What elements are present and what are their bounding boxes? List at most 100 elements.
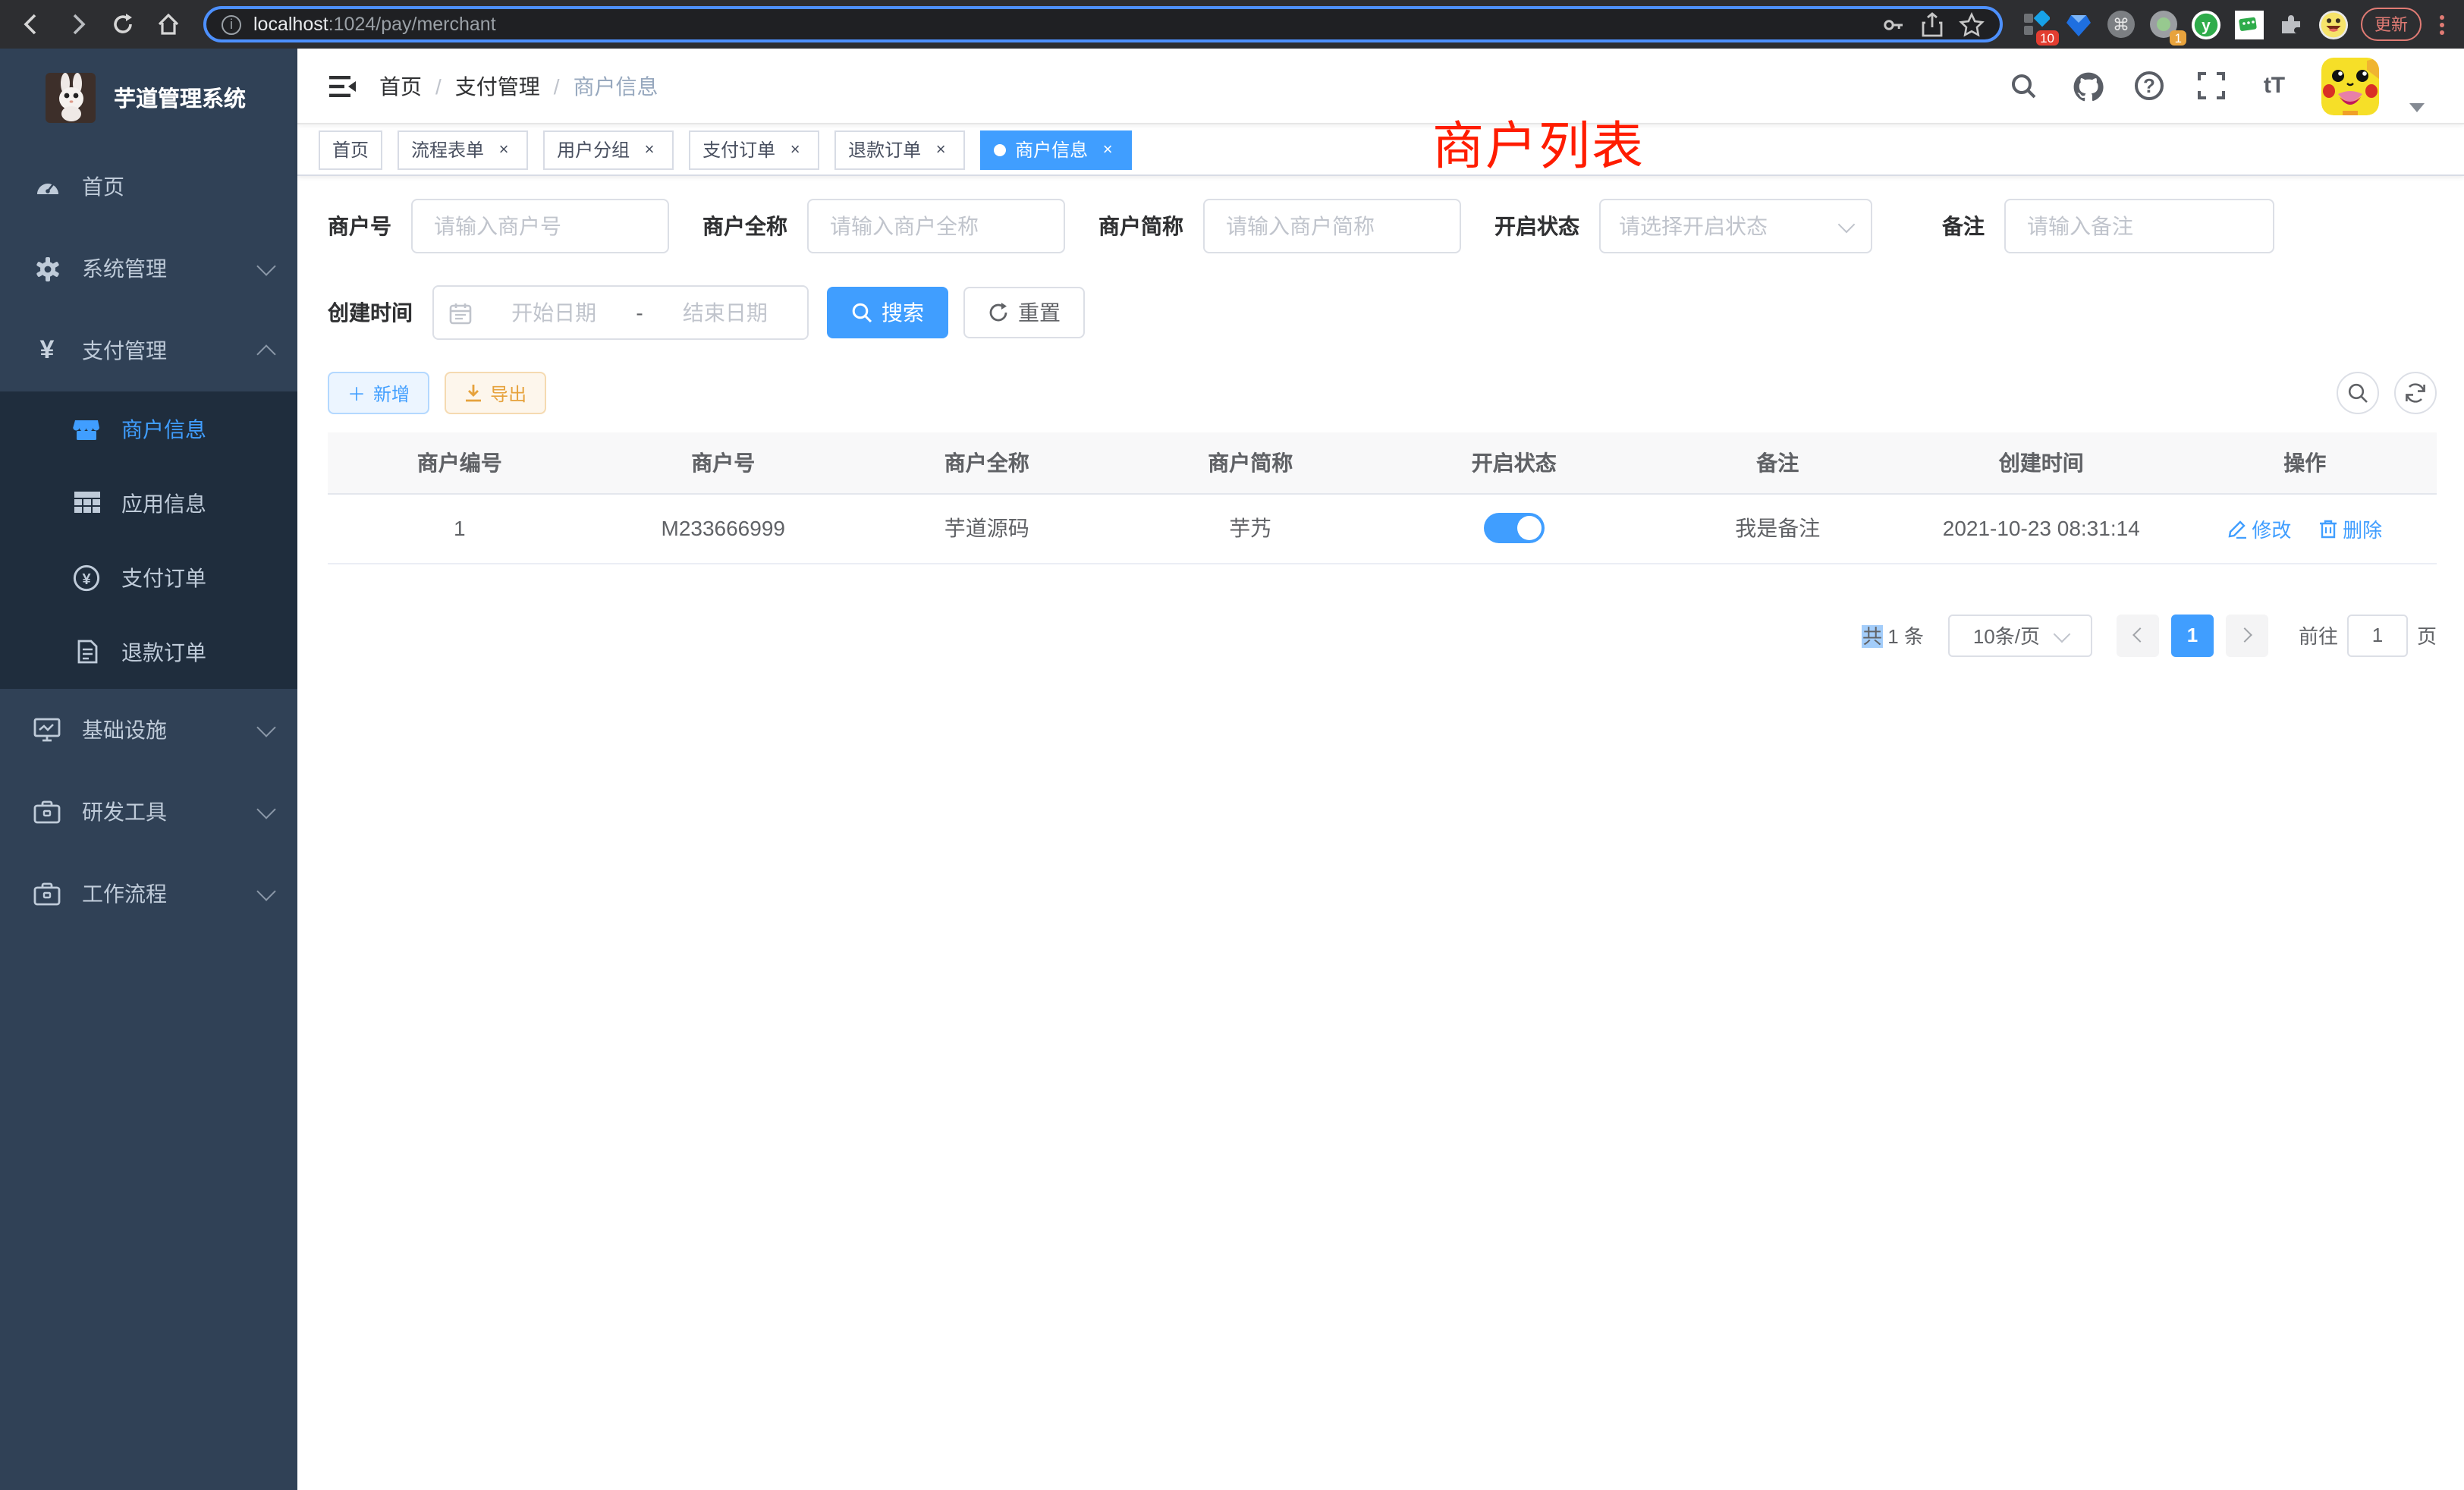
extension-gem-icon[interactable]	[2063, 9, 2094, 39]
prev-page-button[interactable]	[2117, 614, 2159, 656]
close-icon[interactable]: ×	[639, 139, 660, 160]
delete-button[interactable]: 删除	[2318, 514, 2382, 542]
tab-merchant-info[interactable]: 商户信息×	[980, 130, 1132, 169]
close-icon[interactable]: ×	[493, 139, 514, 160]
extension-command-icon[interactable]: ⌘	[2106, 9, 2136, 39]
full-name-input[interactable]	[807, 199, 1065, 253]
breadcrumb: 首页 / 支付管理 / 商户信息	[379, 71, 658, 101]
add-button[interactable]: ＋ 新增	[328, 372, 429, 414]
chevron-down-icon	[256, 881, 275, 900]
extension-recorder-icon[interactable]: 1	[2148, 9, 2179, 39]
total-count: 共 1 条	[1862, 621, 1924, 649]
close-icon[interactable]: ×	[784, 139, 806, 160]
update-button[interactable]: 更新	[2361, 8, 2422, 41]
fullscreen-icon[interactable]	[2194, 69, 2227, 102]
workflow-icon	[33, 880, 61, 907]
sidebar-item-dev-tools[interactable]: 研发工具	[0, 771, 297, 853]
search-button[interactable]: 搜索	[827, 287, 948, 338]
tab-user-group[interactable]: 用户分组×	[543, 130, 674, 169]
sidebar-item-home[interactable]: 首页	[0, 146, 297, 228]
extension-emoji-icon[interactable]	[2318, 9, 2349, 39]
trash-icon	[2318, 518, 2338, 538]
remark-input[interactable]	[2004, 199, 2274, 253]
breadcrumb-pay[interactable]: 支付管理	[455, 71, 540, 101]
close-icon[interactable]: ×	[930, 139, 951, 160]
address-bar[interactable]: i localhost :1024/pay/merchant	[203, 6, 2003, 42]
share-icon[interactable]	[1921, 11, 1944, 37]
col-merchant-id: 商户编号	[328, 432, 592, 493]
next-page-button[interactable]	[2226, 614, 2268, 656]
col-full-name: 商户全称	[855, 432, 1119, 493]
tab-refund-order[interactable]: 退款订单×	[834, 130, 965, 169]
avatar-dropdown-caret[interactable]	[2409, 102, 2425, 112]
show-search-toggle-button[interactable]	[2337, 372, 2379, 414]
sidebar-item-workflow[interactable]: 工作流程	[0, 853, 297, 935]
tab-pay-order[interactable]: 支付订单×	[689, 130, 819, 169]
col-actions: 操作	[2173, 432, 2437, 493]
tab-process-form[interactable]: 流程表单×	[398, 130, 528, 169]
short-name-label: 商户简称	[1098, 211, 1183, 241]
edit-button[interactable]: 修改	[2227, 514, 2291, 542]
sidebar-collapse-icon[interactable]	[316, 58, 370, 113]
dashboard-icon	[33, 173, 61, 200]
goto-label: 前往	[2299, 621, 2338, 649]
site-info-icon[interactable]: i	[222, 14, 241, 34]
browser-reload-button[interactable]	[105, 6, 141, 42]
bookmark-star-icon[interactable]	[1959, 11, 1985, 37]
status-toggle[interactable]	[1484, 513, 1545, 543]
browser-menu-icon[interactable]	[2431, 14, 2452, 34]
reset-button[interactable]: 重置	[963, 287, 1085, 338]
start-date-placeholder: 开始日期	[487, 297, 621, 328]
extension-puzzle-icon[interactable]	[2276, 9, 2306, 39]
chevron-down-icon	[2053, 625, 2070, 643]
browser-forward-button[interactable]	[59, 6, 96, 42]
chevron-down-icon	[256, 256, 275, 275]
status-select[interactable]: 请选择开启状态	[1599, 199, 1872, 253]
cell-full-name: 芋道源码	[855, 493, 1119, 563]
table-row: 1 M233666999 芋道源码 芋艿 我是备注 2021-10-23 08:…	[328, 493, 2437, 563]
short-name-input[interactable]	[1203, 199, 1461, 253]
extension-chat-icon[interactable]	[2233, 9, 2264, 39]
plus-icon: ＋	[347, 380, 366, 406]
merchant-no-input[interactable]	[411, 199, 669, 253]
goto-page-input[interactable]	[2347, 614, 2408, 656]
browser-back-button[interactable]	[14, 6, 50, 42]
user-avatar[interactable]	[2321, 57, 2379, 115]
close-icon[interactable]: ×	[1097, 139, 1118, 160]
create-time-label: 创建时间	[328, 297, 413, 328]
cell-merchant-id: 1	[328, 493, 592, 563]
col-remark: 备注	[1646, 432, 1910, 493]
sidebar: 芋道管理系统 首页 系统管理 ¥ 支付管理	[0, 49, 297, 1490]
sidebar-item-infra[interactable]: 基础设施	[0, 689, 297, 771]
app-logo-row[interactable]: 芋道管理系统	[0, 49, 297, 146]
chevron-down-icon	[256, 799, 275, 818]
sidebar-item-pay-order[interactable]: ¥ 支付订单	[0, 540, 297, 615]
github-icon[interactable]	[2071, 69, 2104, 102]
breadcrumb-home[interactable]: 首页	[379, 71, 422, 101]
sidebar-item-system[interactable]: 系统管理	[0, 228, 297, 310]
sidebar-item-merchant-info[interactable]: 商户信息	[0, 391, 297, 466]
tab-home[interactable]: 首页	[319, 130, 382, 169]
page-size-select[interactable]: 10条/页	[1948, 614, 2092, 656]
font-size-icon[interactable]: tT	[2258, 69, 2291, 102]
password-key-icon[interactable]	[1880, 11, 1906, 37]
col-status: 开启状态	[1382, 432, 1646, 493]
svg-text:⌘: ⌘	[2113, 15, 2129, 34]
cell-remark: 我是备注	[1646, 493, 1910, 563]
header-search-icon[interactable]	[2007, 69, 2041, 102]
merchant-no-label: 商户号	[328, 211, 391, 241]
extension-y-icon[interactable]: y	[2191, 9, 2221, 39]
create-time-range-picker[interactable]: 开始日期 - 结束日期	[432, 285, 809, 340]
cell-create-time: 2021-10-23 08:31:14	[1909, 493, 2173, 563]
export-button[interactable]: 导出	[445, 372, 546, 414]
refresh-table-button[interactable]	[2394, 372, 2437, 414]
help-icon[interactable]: ?	[2135, 71, 2164, 100]
refresh-icon	[988, 302, 1009, 323]
browser-home-button[interactable]	[150, 6, 187, 42]
sidebar-item-pay[interactable]: ¥ 支付管理	[0, 310, 297, 391]
sidebar-item-refund-order[interactable]: 退款订单	[0, 615, 297, 689]
extension-apps-icon[interactable]: 10	[2021, 9, 2051, 39]
page-1-button[interactable]: 1	[2171, 614, 2214, 656]
sidebar-item-app-info[interactable]: 应用信息	[0, 466, 297, 540]
col-short-name: 商户简称	[1119, 432, 1383, 493]
